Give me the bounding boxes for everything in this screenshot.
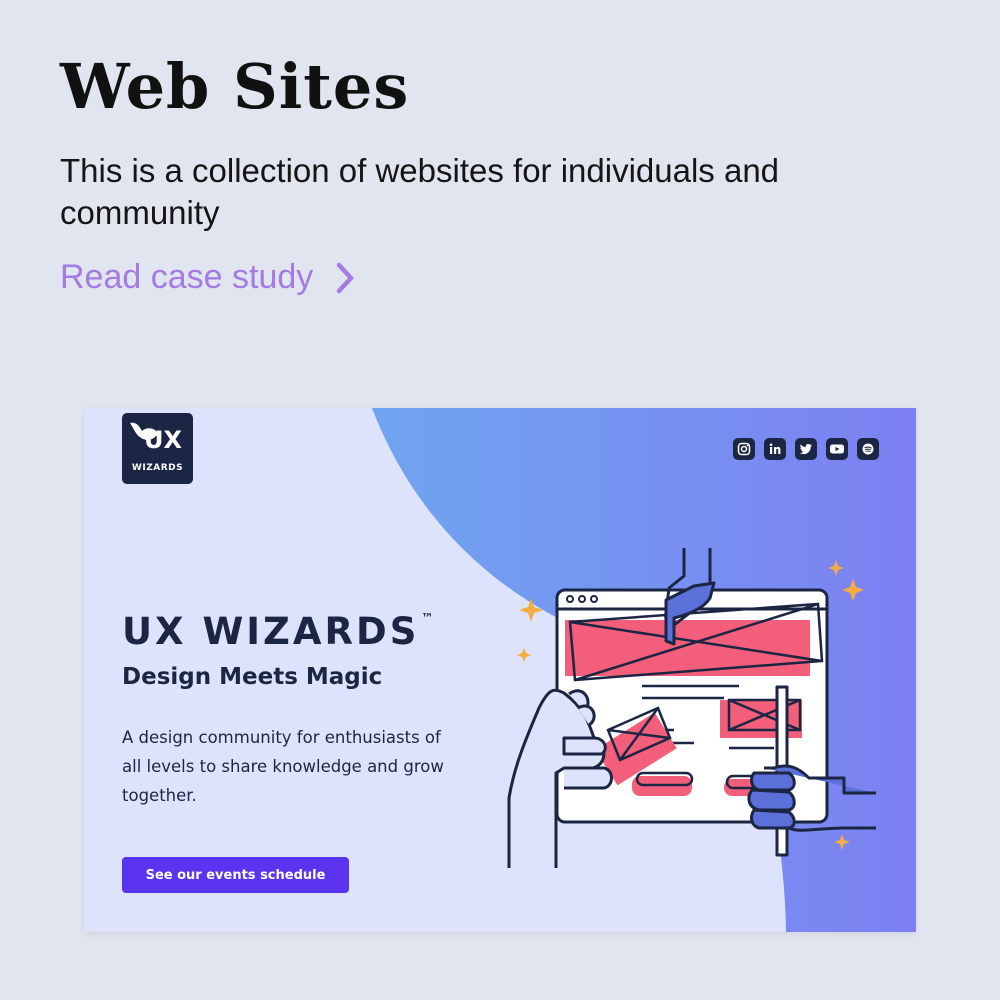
website-preview-card[interactable]: UX WIZARDS UX WIZARDS ™ Design Meets Magi… <box>84 408 916 932</box>
read-case-study-label: Read case study <box>60 258 314 296</box>
chevron-right-icon <box>337 262 354 293</box>
hero-illustration <box>507 548 876 868</box>
read-case-study-link[interactable]: Read case study <box>60 258 355 297</box>
page-description: This is a collection of websites for ind… <box>60 152 780 231</box>
page-title: Web Sites <box>60 50 410 123</box>
